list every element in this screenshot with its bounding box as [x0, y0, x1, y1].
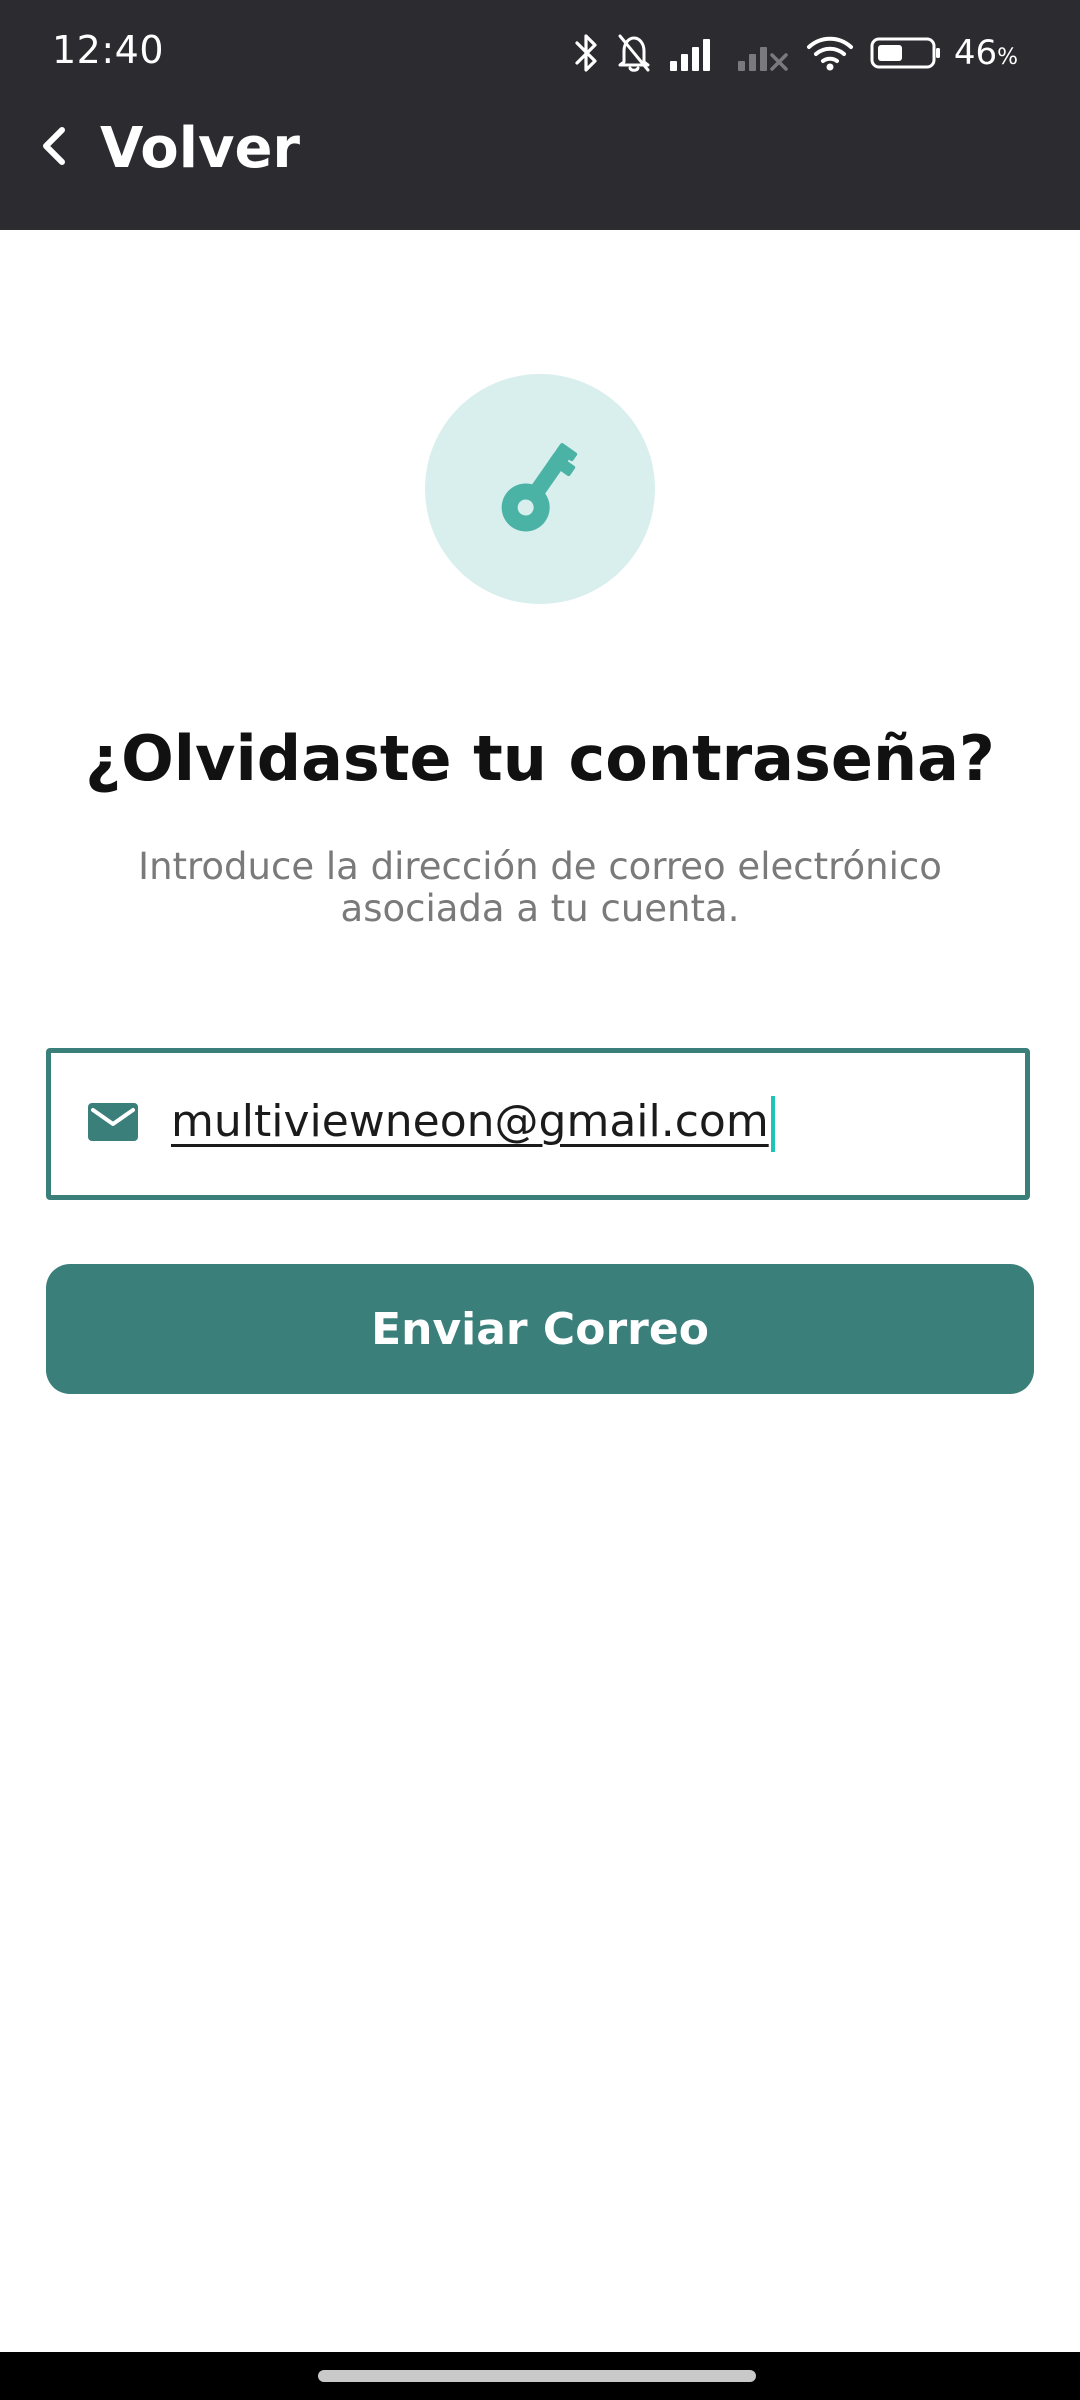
home-gesture-handle[interactable] [318, 2370, 756, 2382]
text-caret [770, 1096, 775, 1152]
chevron-left-icon [36, 122, 70, 174]
battery-percentage: 46% [953, 33, 1018, 73]
mail-icon [87, 1102, 139, 1146]
key-illustration [425, 374, 655, 604]
status-icons: 46% [574, 28, 1018, 78]
back-button[interactable]: Volver [36, 112, 300, 184]
app-bar: Volver [0, 100, 1080, 230]
page-title: ¿Olvidaste tu contraseña? [85, 722, 995, 795]
page-subtitle: Introduce la dirección de correo electró… [138, 845, 942, 930]
key-icon [485, 432, 595, 546]
battery-icon [870, 35, 942, 71]
forgot-password-screen: 12:40 46% Volver ¿Olvidaste tu contraseñ… [0, 0, 1080, 2400]
send-email-button[interactable]: Enviar Correo [46, 1264, 1034, 1394]
bluetooth-icon [574, 32, 600, 74]
signal-no-service-icon [736, 35, 790, 71]
wifi-icon [806, 34, 854, 72]
email-field[interactable]: multiviewneon@gmail.com [46, 1048, 1030, 1200]
back-label: Volver [100, 115, 301, 181]
bell-off-icon [616, 32, 652, 74]
email-input-value: multiviewneon@gmail.com [171, 1096, 769, 1147]
signal-icon [668, 35, 720, 71]
send-email-label: Enviar Correo [371, 1303, 709, 1355]
status-bar: 12:40 46% [0, 0, 1080, 100]
navigation-bar [0, 2352, 1080, 2400]
email-input[interactable]: multiviewneon@gmail.com [171, 1096, 775, 1152]
top-bar: 12:40 46% Volver [0, 0, 1080, 230]
status-time: 12:40 [52, 28, 165, 72]
